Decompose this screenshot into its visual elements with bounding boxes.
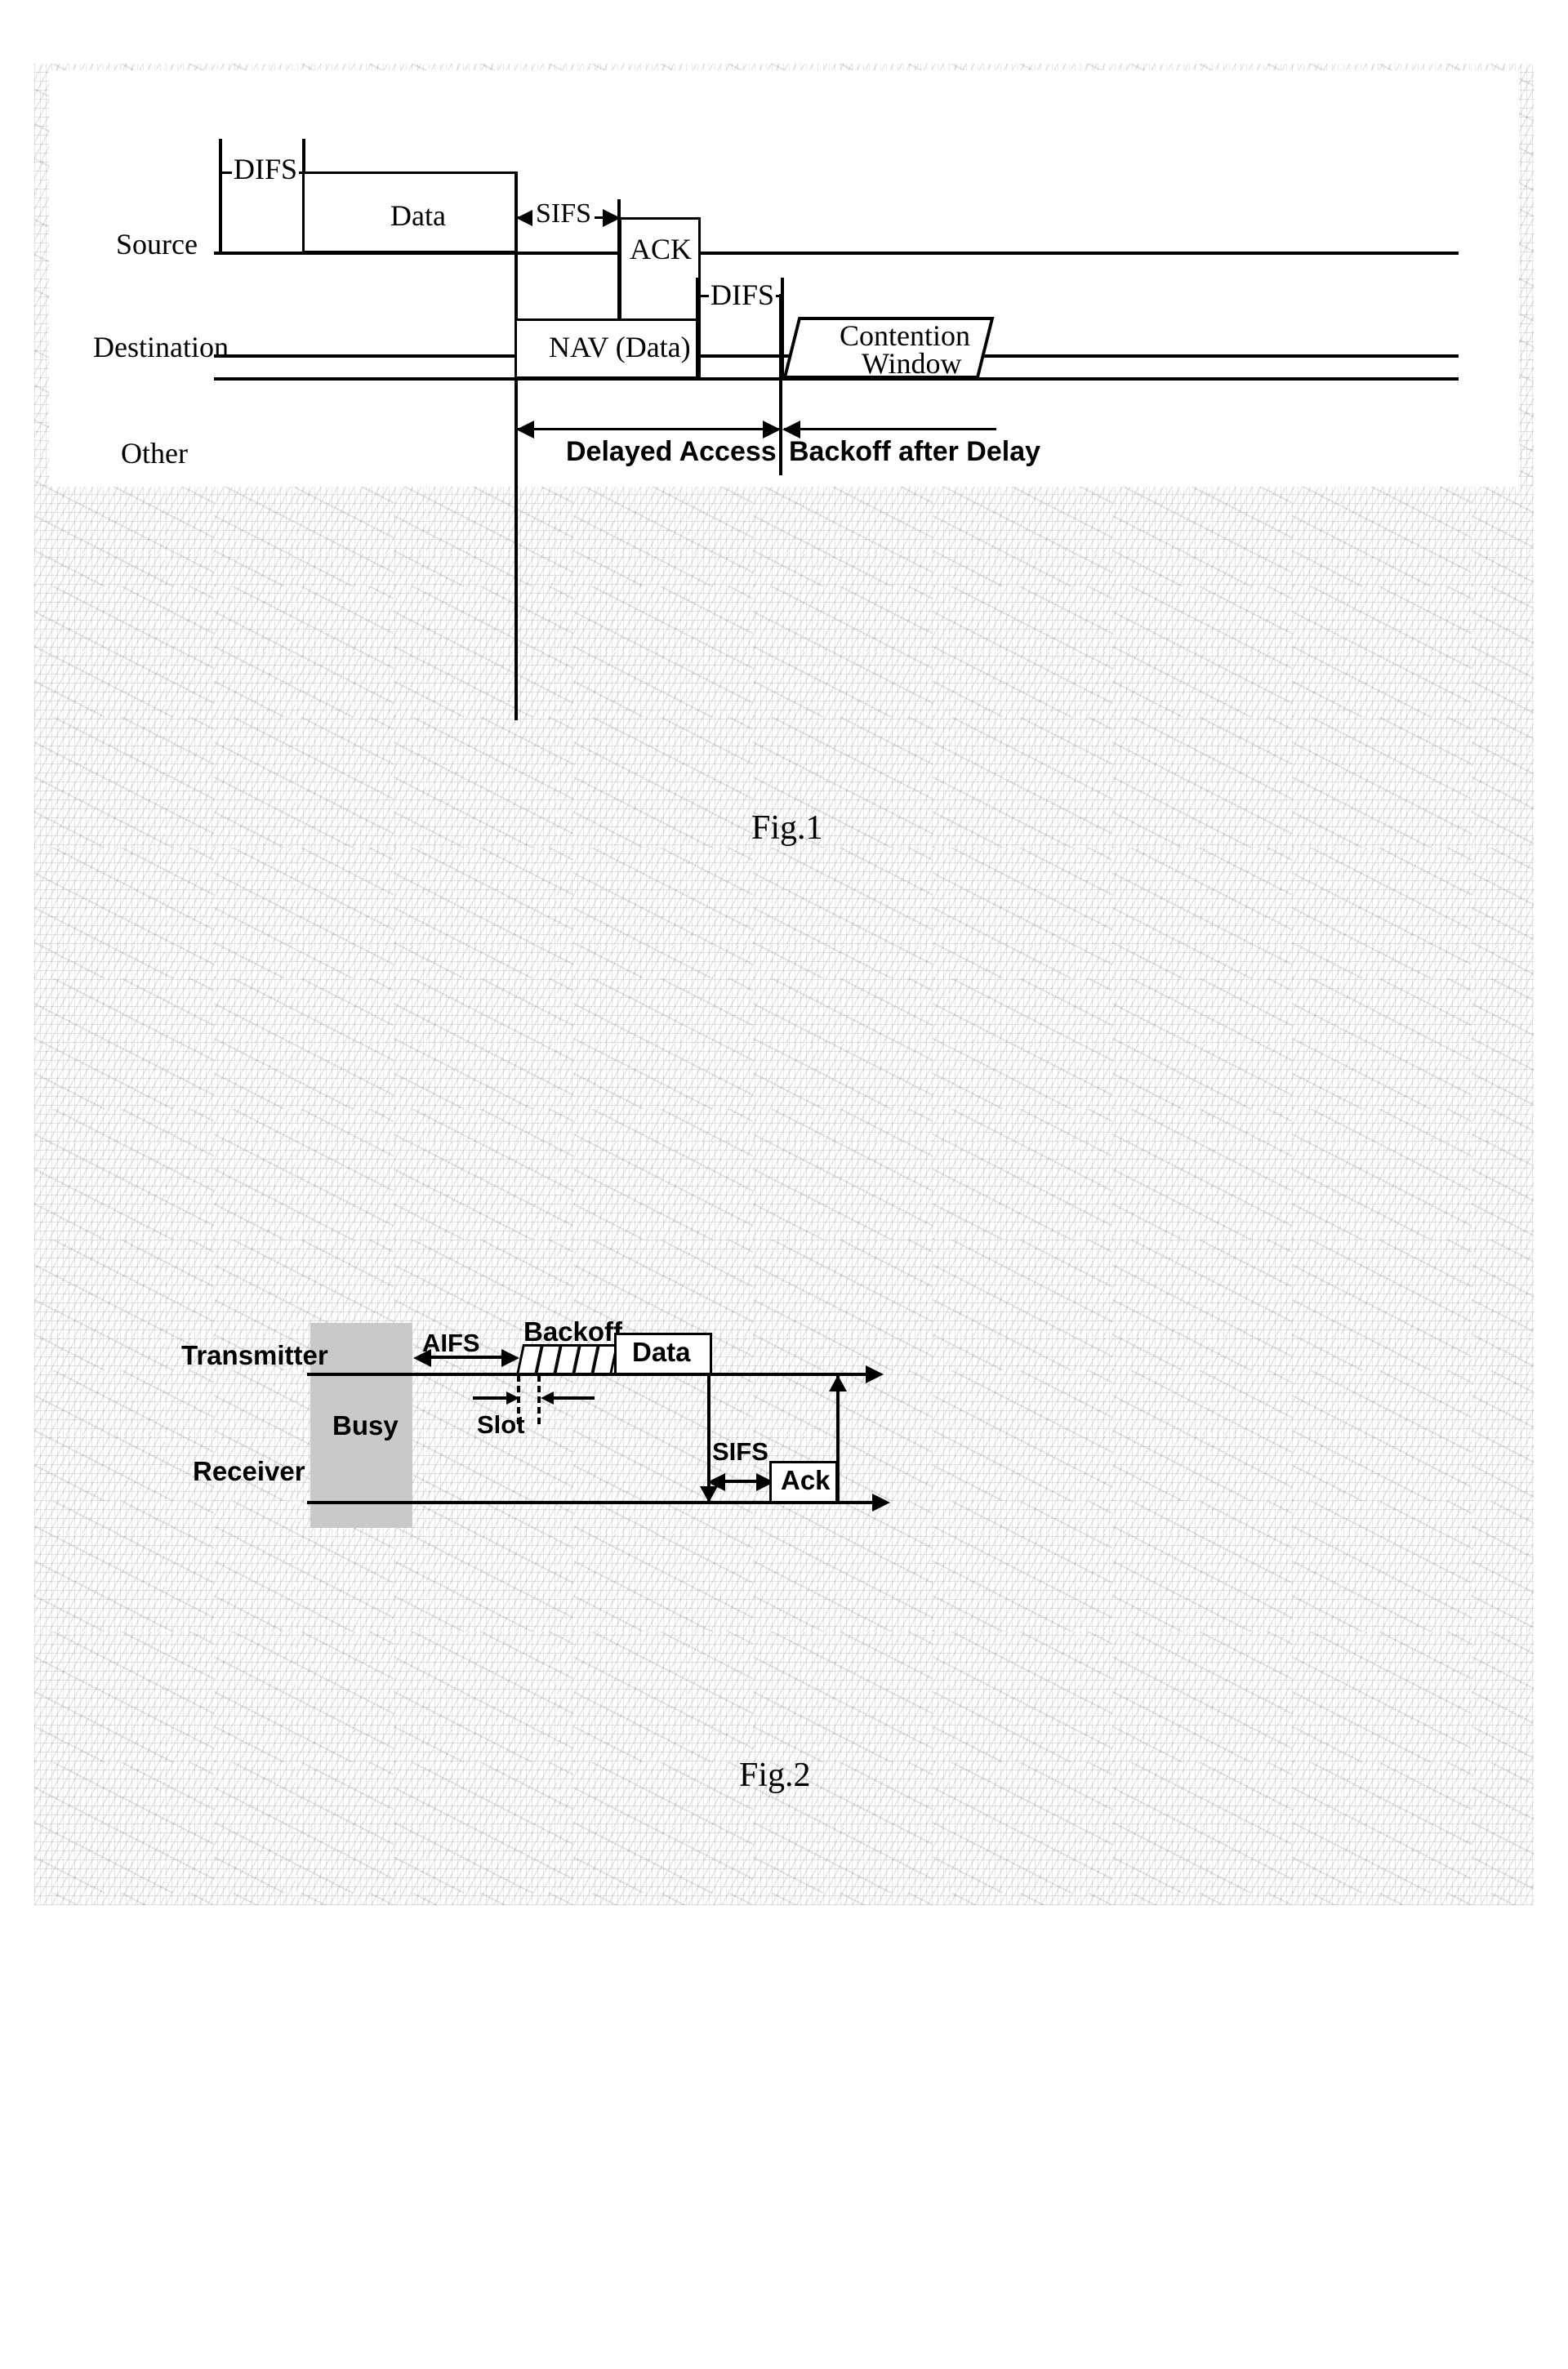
figure1-row-label-source: Source — [116, 228, 198, 261]
figure2-ack-end-rise-arrow-head — [829, 1375, 847, 1392]
figure2-slot-arrow-shaft-right — [554, 1396, 595, 1400]
figure2-caption: Fig.2 — [739, 1757, 811, 1794]
figure1-row-label-destination: Destination — [93, 331, 229, 363]
figure2-transmitter-timeline-arrow-head — [866, 1365, 884, 1383]
figure2-data-label: Data — [632, 1337, 691, 1367]
figure2-ack-label: Ack — [781, 1465, 831, 1495]
figure2-busy-label: Busy — [332, 1410, 399, 1441]
figure2-row-label-transmitter: Transmitter — [181, 1340, 328, 1370]
difs-source-label: DIFS — [232, 152, 300, 186]
figure1-nav-label: NAV (Data) — [549, 331, 691, 363]
figure-2: Busy Transmitter Receiver AIFS Backoff D… — [0, 428, 1568, 2369]
figure2-row-label-receiver: Receiver — [193, 1456, 305, 1486]
figure2-ack-end-rise-line — [836, 1375, 840, 1504]
figure2-slot-label: Slot — [477, 1410, 525, 1439]
page-canvas: Source DIFS Data Destination SIFS ACK Ot… — [0, 0, 1568, 1941]
difs-source-left-tick — [219, 139, 222, 255]
difs-other-label: DIFS — [709, 278, 777, 312]
figure1-contention-window-label-line2: Window — [862, 347, 962, 380]
figure1-data-label: Data — [390, 199, 446, 232]
figure2-sifs-arrow-head-left — [707, 1473, 725, 1491]
sifs-label: SIFS — [532, 198, 595, 229]
figure2-backoff-label: Backoff — [523, 1316, 623, 1347]
figure2-slot-arrow-head-right — [506, 1392, 519, 1405]
figure1-caption: Fig.1 — [751, 809, 823, 847]
sifs-arrow-head-left — [516, 209, 534, 227]
figure1-ack-label: ACK — [630, 233, 693, 265]
figure2-sifs-label: SIFS — [712, 1437, 768, 1466]
figure2-aifs-arrow-head-right — [501, 1349, 519, 1367]
figure2-slot-arrow-head-left — [541, 1392, 554, 1405]
difs-other-left-tick — [696, 278, 699, 379]
figure2-receiver-timeline-arrow-head — [872, 1494, 890, 1512]
figure2-aifs-label: AIFS — [422, 1329, 480, 1357]
